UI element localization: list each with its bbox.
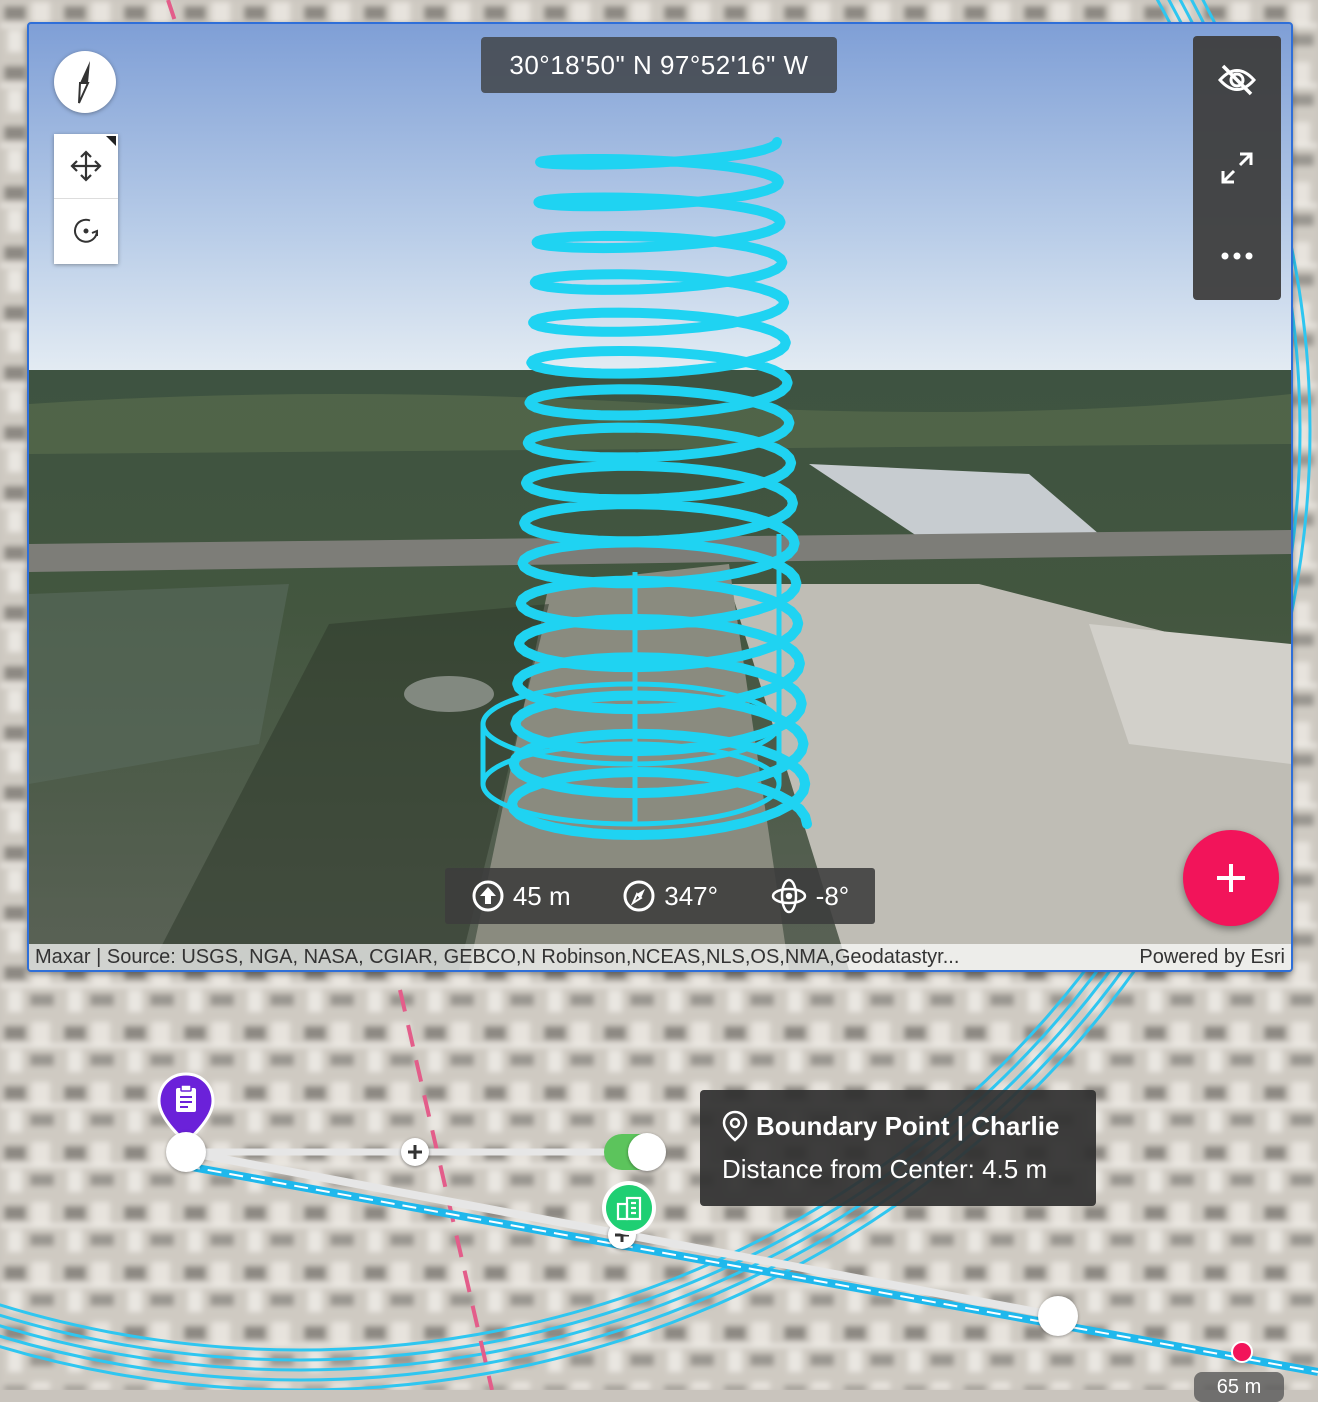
vertex-handle[interactable] xyxy=(1038,1296,1078,1336)
compass-circle-icon xyxy=(623,880,655,912)
hide-scene-button[interactable] xyxy=(1193,36,1281,124)
compass-button[interactable] xyxy=(54,51,116,113)
toggle-knob xyxy=(628,1133,666,1171)
expand-icon xyxy=(1221,152,1253,184)
navigation-mode-group xyxy=(54,134,118,264)
more-options-button[interactable] xyxy=(1193,212,1281,300)
scene-canvas[interactable] xyxy=(29,24,1291,970)
tooltip-distance: Distance from Center: 4.5 m xyxy=(722,1154,1048,1184)
mode-indicator xyxy=(106,136,116,146)
attribution-source[interactable]: Maxar | Source: USGS, NGA, NASA, CGIAR, … xyxy=(35,946,959,969)
expand-button[interactable] xyxy=(1193,124,1281,212)
move-icon xyxy=(70,150,102,182)
elevation-value: 45 m xyxy=(512,880,571,911)
powered-by-esri[interactable]: Powered by Esri xyxy=(1139,946,1285,969)
scale-label: 65 m xyxy=(1194,1372,1284,1402)
tooltip-title-row: Boundary Point | Charlie xyxy=(722,1110,1080,1142)
pan-mode-button[interactable] xyxy=(54,134,118,198)
center-point-marker[interactable] xyxy=(1231,1341,1253,1363)
tilt-value: -8° xyxy=(815,880,850,911)
rotate-mode-button[interactable] xyxy=(54,198,118,263)
layer-marker-inner xyxy=(606,1185,652,1231)
tilt-readout: -8° xyxy=(770,877,850,915)
vertex-handle[interactable] xyxy=(166,1132,206,1172)
add-vertex-button[interactable] xyxy=(401,1138,429,1166)
scene-view[interactable]: 30°18'50" N 97°52'16" W 45 m 347° -8° Ma… xyxy=(27,22,1293,972)
plus-icon xyxy=(408,1145,422,1159)
compass-icon xyxy=(78,61,90,104)
tooltip-title: Boundary Point | Charlie xyxy=(756,1110,1060,1141)
add-button[interactable] xyxy=(1183,830,1279,926)
scene-tools-panel xyxy=(1193,36,1281,300)
attribution-bar: Maxar | Source: USGS, NGA, NASA, CGIAR, … xyxy=(29,944,1291,970)
rotate-icon xyxy=(74,218,98,243)
camera-status-bar: 45 m 347° -8° xyxy=(445,868,875,924)
tilt-icon xyxy=(771,878,806,914)
coordinate-readout: 30°18'50" N 97°52'16" W xyxy=(481,37,837,93)
arrow-up-circle-icon xyxy=(472,880,504,912)
buildings-icon xyxy=(616,1196,642,1221)
eye-off-icon xyxy=(1217,64,1257,96)
heading-value: 347° xyxy=(664,880,719,911)
more-horizontal-icon xyxy=(1221,252,1253,260)
elevation-readout: 45 m xyxy=(471,879,571,913)
plus-icon xyxy=(1217,864,1245,892)
heading-readout: 347° xyxy=(622,879,718,913)
building-layer-marker[interactable] xyxy=(602,1181,656,1235)
layer-toggle[interactable] xyxy=(604,1133,666,1171)
location-pin-icon xyxy=(722,1110,748,1142)
boundary-point-tooltip: Boundary Point | Charlie Distance from C… xyxy=(700,1090,1096,1206)
